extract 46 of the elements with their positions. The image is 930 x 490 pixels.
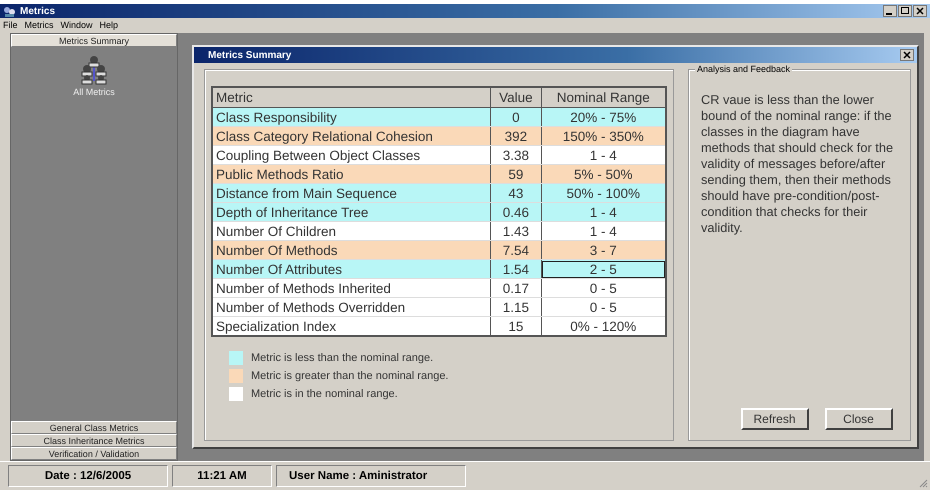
column-header[interactable]: Value <box>490 87 542 108</box>
table-cell: 0% - 120% <box>541 316 666 336</box>
close-icon[interactable] <box>900 49 914 61</box>
menu-item[interactable]: Window <box>60 20 93 30</box>
sidebar-section-button[interactable]: Verification / Validation <box>11 447 177 460</box>
window-title: Metrics <box>20 6 56 16</box>
table-row[interactable]: Public Methods Ratio 59 5% - 50% <box>212 164 666 184</box>
legend-label: Metric is in the nominal range. <box>251 388 398 400</box>
sidebar-section-button[interactable]: General Class Metrics <box>11 421 177 434</box>
dialog-title: Metrics Summary <box>208 50 292 60</box>
table-row[interactable]: Distance from Main Sequence 43 50% - 100% <box>212 184 666 202</box>
menu-item[interactable]: File <box>3 20 18 30</box>
table-cell: 15 <box>490 316 542 336</box>
status-panel: Date : 12/6/2005 <box>8 465 168 487</box>
app-icon <box>3 6 16 16</box>
analysis-text: CR vaue is less than the lower bound of the nominal range: if the classes in the diagram have methods that should check for the validity of messages before/after sending them, then their methods should have pre-condition/post-condition that checks for their validity. <box>701 92 894 236</box>
class-hierarchy-icon <box>78 55 109 85</box>
minimize-icon[interactable] <box>883 5 897 17</box>
legend-label: Metric is greater than the nominal range. <box>251 370 448 382</box>
table-row[interactable]: Number Of Methods 7.54 3 - 7 <box>212 240 666 260</box>
table-row[interactable]: Number of Methods Overridden 1.15 0 - 5 <box>212 298 666 316</box>
sidebar-section-button[interactable]: Metrics Summary <box>11 34 177 47</box>
sidebar-section-button[interactable]: Class Inheritance Metrics <box>11 434 177 447</box>
table-row[interactable]: Class Responsibility 0 20% - 75% <box>212 108 666 126</box>
close-icon[interactable] <box>913 5 927 17</box>
maximize-icon[interactable] <box>898 5 912 17</box>
dialog-button[interactable]: Refresh <box>740 408 808 430</box>
status-panel: User Name : Aministrator <box>276 465 466 487</box>
table-row[interactable]: Coupling Between Object Classes 3.38 1 - 4 <box>212 146 666 164</box>
table-row[interactable]: Number of Methods Inherited 0.17 0 - 5 <box>212 278 666 298</box>
dialog-button[interactable]: Close <box>824 408 892 430</box>
group-title: Analysis and Feedback <box>695 64 792 74</box>
table-row[interactable]: Number Of Children 1.43 1 - 4 <box>212 222 666 240</box>
status-panel: 11:21 AM <box>172 465 272 487</box>
table-row[interactable]: Number Of Attributes 1.54 2 - 5 <box>212 260 666 278</box>
table-row[interactable]: Class Category Relational Cohesion 392 150% - 350% <box>212 126 666 146</box>
menu-item[interactable]: Metrics <box>24 20 54 30</box>
table-cell: 2 - 5 <box>541 260 666 278</box>
resize-grip-icon[interactable] <box>918 478 928 488</box>
legend-label: Metric is less than the nominal range. <box>251 352 434 364</box>
table-row[interactable]: Depth of Inheritance Tree 0.46 1 - 4 <box>212 202 666 222</box>
column-header[interactable]: Nominal Range <box>541 87 666 108</box>
table-cell: Specialization Index <box>212 316 491 336</box>
menu-item[interactable]: Help <box>100 20 118 30</box>
column-header[interactable]: Metric <box>212 87 491 108</box>
table-row[interactable]: Specialization Index 15 0% - 120% <box>212 316 666 336</box>
